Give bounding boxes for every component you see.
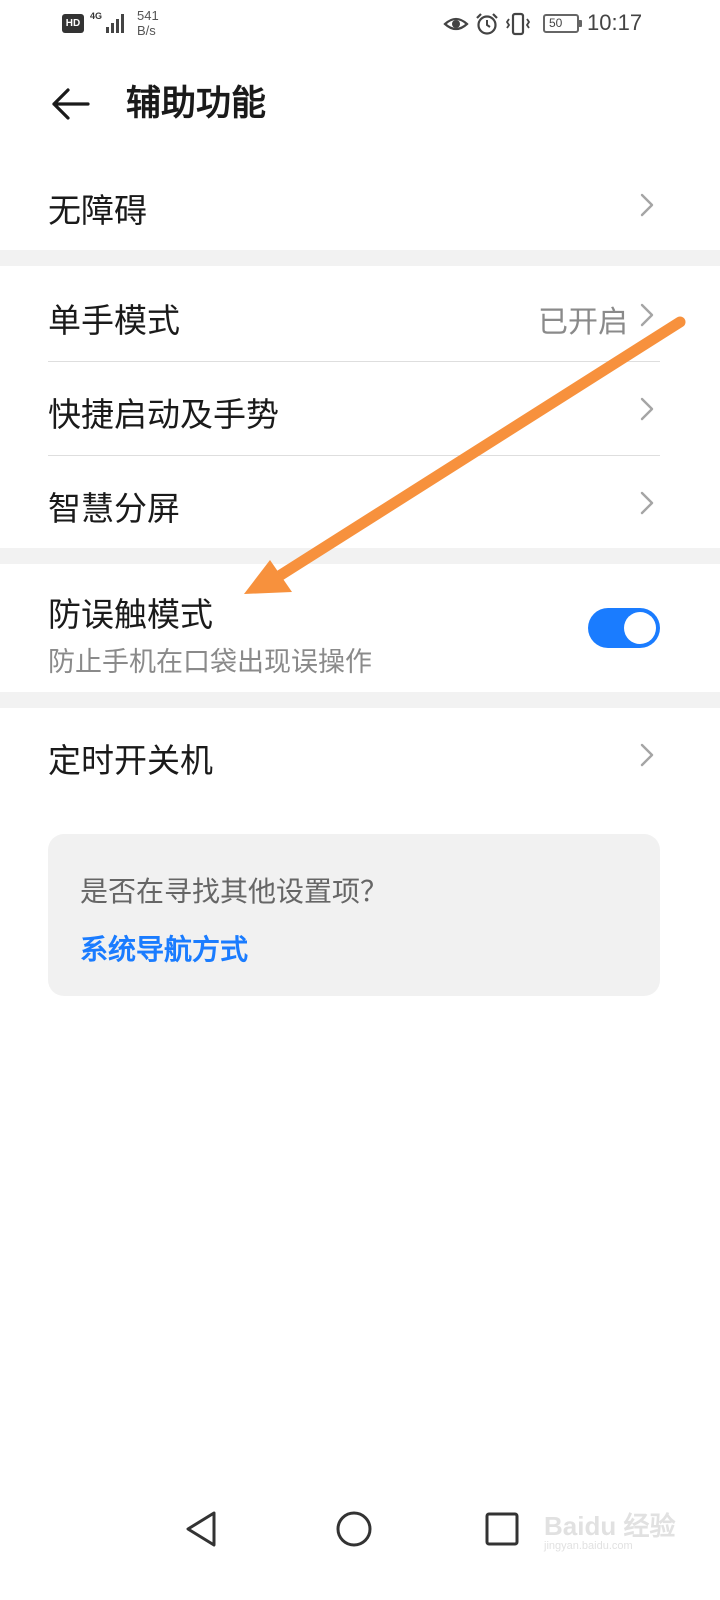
signal-icon <box>106 14 124 33</box>
settings-item-description: 防止手机在口袋出现误操作 <box>48 647 372 677</box>
network-speed: 541 B/s <box>137 8 159 38</box>
settings-item-label: 防误触模式 <box>48 596 213 633</box>
chevron-right-icon <box>640 193 654 217</box>
settings-item-status: 已开启 <box>538 306 628 339</box>
eye-icon <box>443 17 469 31</box>
watermark-url: jingyan.baidu.com <box>544 1540 633 1552</box>
settings-item-label: 单手模式 <box>48 302 180 339</box>
clock: 10:17 <box>587 10 643 35</box>
nav-recents-icon[interactable] <box>478 1505 526 1553</box>
alarm-icon <box>476 13 498 35</box>
chevron-right-icon <box>640 491 654 515</box>
back-arrow-icon[interactable] <box>44 78 96 130</box>
network-speed-value: 541 <box>137 8 159 23</box>
section-divider <box>0 250 720 266</box>
chevron-right-icon <box>640 397 654 421</box>
hd-voice-icon: HD <box>62 14 84 33</box>
settings-item-label: 智慧分屏 <box>48 490 180 527</box>
settings-item-split-screen[interactable]: 智慧分屏 <box>0 456 720 548</box>
settings-item-label: 定时开关机 <box>48 742 213 779</box>
settings-item-label: 无障碍 <box>48 192 147 229</box>
suggestion-card: 是否在寻找其他设置项？ 系统导航方式 <box>48 834 660 996</box>
status-bar: HD 4G 541 B/s 50 10:17 <box>0 0 720 48</box>
settings-item-accessibility[interactable]: 无障碍 <box>0 158 720 250</box>
vibrate-icon <box>505 12 531 36</box>
nav-back-icon[interactable] <box>178 1505 226 1553</box>
network-type: 4G <box>90 11 103 21</box>
chevron-right-icon <box>640 303 654 327</box>
navigation-settings-link[interactable]: 系统导航方式 <box>80 928 248 968</box>
network-speed-unit: B/s <box>137 23 156 38</box>
battery-indicator: 50 <box>543 14 582 33</box>
toggle-knob <box>624 612 656 644</box>
watermark-text: Baidu 经验 <box>544 1511 676 1541</box>
page-title: 辅助功能 <box>126 84 267 123</box>
section-divider <box>0 548 720 564</box>
settings-item-one-hand-mode[interactable]: 单手模式 已开启 <box>0 266 720 360</box>
section-divider <box>0 692 720 708</box>
suggestion-question: 是否在寻找其他设置项？ <box>80 876 389 907</box>
title-bar: 辅助功能 <box>0 62 720 148</box>
settings-item-scheduled-power[interactable]: 定时开关机 <box>0 708 720 802</box>
settings-item-shortcuts-gestures[interactable]: 快捷启动及手势 <box>0 362 720 455</box>
pocket-mode-toggle[interactable] <box>588 608 660 648</box>
nav-home-icon[interactable] <box>330 1505 378 1553</box>
settings-item-label: 快捷启动及手势 <box>48 396 279 433</box>
baidu-watermark: Baidu 经验 jingyan.baidu.com <box>540 1500 690 1560</box>
chevron-right-icon <box>640 743 654 767</box>
